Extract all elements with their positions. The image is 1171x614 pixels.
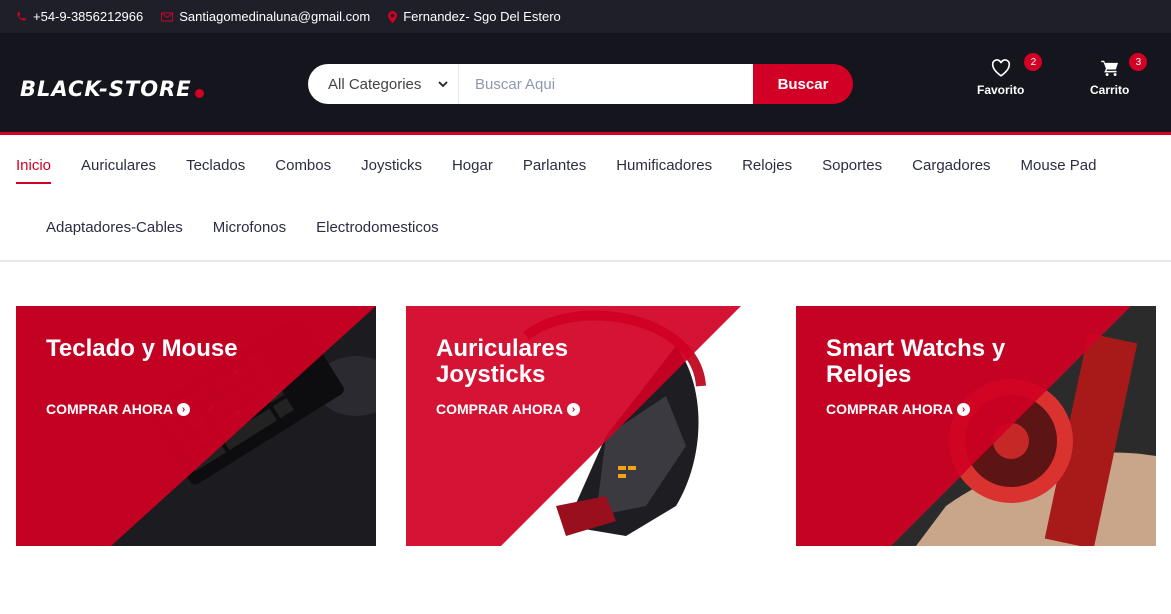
search-placeholder: Buscar Aqui (475, 75, 556, 93)
nav-item-adaptadores-cables[interactable]: Adaptadores-Cables (46, 219, 183, 244)
category-nav: Inicio Auriculares Teclados Combos Joyst… (0, 135, 1171, 262)
promo-title: Teclado y Mouse (46, 335, 238, 362)
phone-text: +54-9-3856212966 (33, 9, 144, 24)
nav-item-cargadores[interactable]: Cargadores (912, 157, 990, 184)
nav-row-2: Adaptadores-Cables Microfonos Electrodom… (46, 219, 439, 244)
shop-now-link[interactable]: COMPRAR AHORA › (826, 401, 971, 417)
category-select[interactable]: All Categories (308, 64, 459, 104)
category-selected: All Categories (328, 75, 422, 93)
nav-item-relojes[interactable]: Relojes (742, 157, 792, 184)
nav-item-teclados[interactable]: Teclados (186, 157, 245, 184)
shop-now-link[interactable]: COMPRAR AHORA › (46, 401, 191, 417)
top-info-bar: +54-9-3856212966 Santiagomedinaluna@gmai… (0, 0, 1171, 33)
promo-section: Teclado y Mouse COMPRAR AHORA › Auricula… (0, 262, 1171, 612)
heart-icon (991, 59, 1010, 77)
nav-item-microfonos[interactable]: Microfonos (213, 219, 286, 244)
logo-dot (194, 88, 204, 98)
promo-title: Auriculares Joysticks (436, 335, 569, 388)
nav-item-parlantes[interactable]: Parlantes (523, 157, 586, 184)
shop-now-link[interactable]: COMPRAR AHORA › (436, 401, 581, 417)
cta-label: COMPRAR AHORA (46, 401, 174, 417)
arrow-circle-right-icon: › (177, 402, 191, 416)
email-info[interactable]: Santiagomedinaluna@gmail.com (161, 9, 370, 24)
nav-item-electrodomesticos[interactable]: Electrodomesticos (316, 219, 439, 244)
nav-item-soportes[interactable]: Soportes (822, 157, 882, 184)
arrow-circle-right-icon: › (957, 402, 971, 416)
logo[interactable]: BLACK-STORE (20, 77, 204, 101)
nav-item-joysticks[interactable]: Joysticks (361, 157, 422, 184)
search-bar: All Categories Buscar Aqui Buscar (308, 64, 853, 104)
logo-text: BLACK-STORE (20, 77, 192, 101)
phone-info[interactable]: +54-9-3856212966 (16, 9, 143, 24)
location-info[interactable]: Fernandez- Sgo Del Estero (388, 9, 561, 24)
nav-item-inicio[interactable]: Inicio (16, 157, 52, 184)
main-header: BLACK-STORE All Categories Buscar Aqui B… (0, 33, 1171, 135)
search-button[interactable]: Buscar (753, 64, 853, 104)
map-marker-icon (388, 10, 398, 23)
email-text: Santiagomedinaluna@gmail.com (179, 9, 371, 24)
promo-card-headphones[interactable]: Auriculares Joysticks COMPRAR AHORA › (406, 306, 766, 546)
envelope-icon (161, 12, 174, 21)
promo-card-keyboard[interactable]: Teclado y Mouse COMPRAR AHORA › (16, 306, 376, 546)
cart-button[interactable]: Carrito 3 (1090, 53, 1148, 97)
nav-item-hogar[interactable]: Hogar (452, 157, 493, 184)
nav-item-combos[interactable]: Combos (275, 157, 331, 184)
promo-card-watches[interactable]: Smart Watchs y Relojes COMPRAR AHORA › (796, 306, 1156, 546)
search-input[interactable]: Buscar Aqui (459, 64, 753, 104)
location-text: Fernandez- Sgo Del Estero (403, 9, 561, 24)
cart-count-badge: 3 (1129, 53, 1148, 71)
phone-icon (17, 12, 26, 21)
nav-item-auriculares[interactable]: Auriculares (81, 157, 156, 184)
favorites-count-badge: 2 (1024, 53, 1043, 71)
chevron-down-icon (438, 81, 448, 88)
cart-icon (1100, 60, 1118, 76)
favorites-button[interactable]: Favorito 2 (977, 53, 1043, 97)
cart-label: Carrito (1090, 83, 1130, 97)
favorites-label: Favorito (977, 83, 1025, 97)
cta-label: COMPRAR AHORA (436, 401, 564, 417)
nav-item-humificadores[interactable]: Humificadores (616, 157, 712, 184)
nav-row-1: Inicio Auriculares Teclados Combos Joyst… (16, 157, 1096, 184)
promo-title: Smart Watchs y Relojes (826, 335, 1006, 388)
cta-label: COMPRAR AHORA (826, 401, 954, 417)
arrow-circle-right-icon: › (567, 402, 581, 416)
nav-item-mouse-pad[interactable]: Mouse Pad (1021, 157, 1097, 184)
